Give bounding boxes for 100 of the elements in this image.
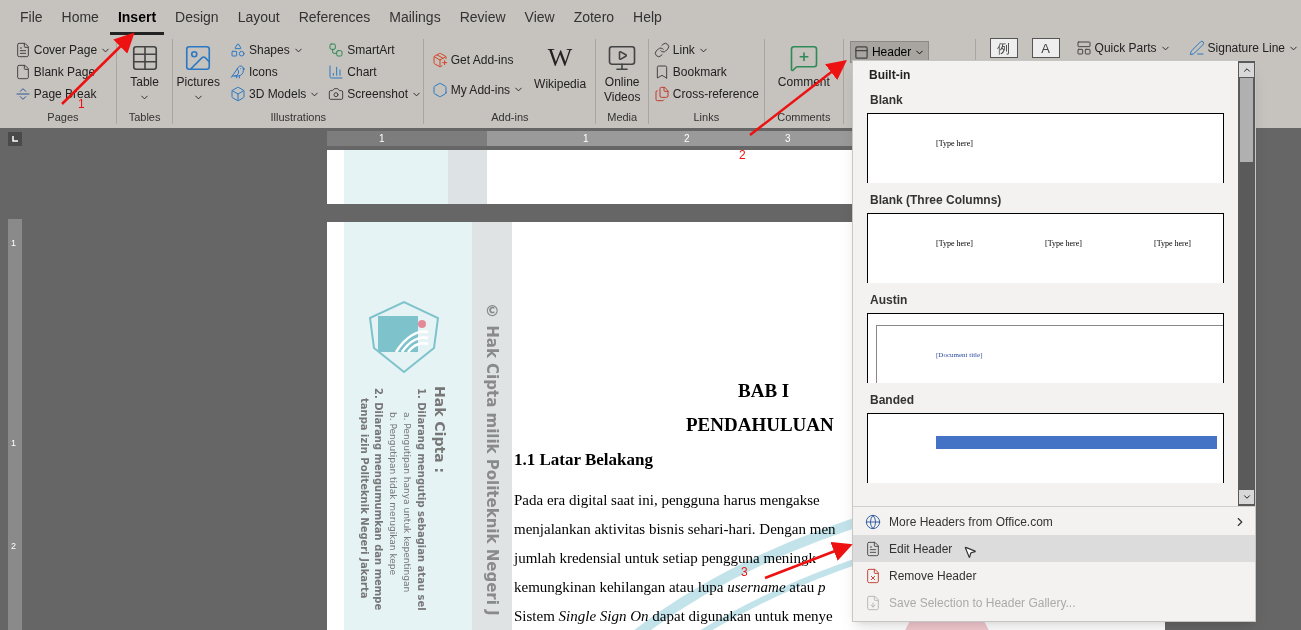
scrollbar[interactable] [1238,61,1255,506]
ribbon-button[interactable]: Quick Parts [1073,37,1173,59]
section-heading: 1.1 Latar Belakang [514,449,653,471]
notice-text: a. Pengutipan hanya untuk kepentingan [401,411,413,595]
ribbon-button[interactable]: My Add-ins [429,78,527,101]
ribbon-tab[interactable]: Zotero [565,2,623,35]
video-icon [607,43,638,73]
hexagon-icon [431,81,448,98]
placeholder-text: [Type here] [1045,238,1082,250]
ribbon-tab[interactable]: Review [451,2,514,35]
paragraph-line: kemungkinan kehilangan atau lupa username atau p [514,578,826,596]
ribbon-button[interactable]: Online Videos [596,39,648,105]
placeholder-text: [Type here] [936,238,973,250]
ribbon-button[interactable]: Bookmark [651,61,761,83]
ruler-number: 2 [684,132,690,146]
gallery-section-title: Blank [869,92,904,109]
ribbon-button[interactable]: Get Add-ins [429,48,527,71]
ruler-number: 2 [11,540,16,553]
annotation-number: 3 [741,567,748,578]
ruler-number: 1 [11,237,16,250]
shapes-icon [229,42,246,58]
camera-icon [328,86,345,102]
menu-item[interactable]: More Headers from Office.com [853,508,1255,535]
page-icon [14,64,31,80]
menu-item[interactable]: Remove Header [853,562,1255,589]
ribbon-button[interactable]: Chart [326,61,424,83]
ribbon-button[interactable]: Table [125,39,164,103]
ribbon-button[interactable]: 3D Models [227,83,323,105]
header-preview[interactable]: [Type here] [Type here] [Type here] [867,213,1224,283]
text-box-icon[interactable]: 例 [989,38,1018,58]
paragraph-line: Sistem Single Sign On dapat digunakan untuk menye [514,607,833,625]
gallery-section-title: Banded [869,392,915,409]
header-preview[interactable] [867,413,1224,483]
ribbon-tab[interactable]: Design [167,2,227,35]
placeholder-text: [Type here] [936,138,973,150]
scroll-thumb[interactable] [1240,78,1253,162]
comment-icon [788,43,819,73]
scroll-up-icon[interactable] [1241,65,1252,75]
ribbon-button[interactable]: SmartArt [326,39,424,61]
ruler-corner-icon[interactable] [8,132,22,146]
page-break-icon [14,86,31,102]
ribbon-tab[interactable]: References [290,2,379,35]
ribbon-button[interactable]: Icons [227,61,323,83]
ruler-number: 1 [11,437,16,450]
ribbon-tab[interactable]: File [12,2,51,35]
header-preview[interactable]: [Type here] [867,113,1224,183]
text-box-icon[interactable]: A [1031,38,1060,58]
ribbon-button[interactable]: Cover Page [12,39,114,61]
ruler-number: 3 [785,132,791,146]
save-page-icon [865,594,881,611]
ribbon-button[interactable]: Pictures [172,39,224,103]
copyright-text: © Hak Cipta milik Politeknik Negeri J [482,302,503,618]
cross-reference-icon [653,86,670,102]
ribbon-button[interactable]: Screenshot [326,83,424,105]
paragraph-line: Pada era digital saat ini, pengguna harus mengakse [514,491,820,509]
bird-icon [229,64,246,80]
paragraph-line: menjalankan aktivitas bisnis sehari-hari. Dengan men [514,520,836,538]
wikipedia-logo-icon: W [547,43,573,75]
ribbon-button[interactable]: W Wikipedia [530,39,591,92]
ribbon-button[interactable]: Cross-reference [651,83,761,105]
menu-item[interactable]: Edit Header [853,535,1255,562]
ribbon-button[interactable]: Shapes [227,39,323,61]
gallery-heading: Built-in [868,67,912,83]
ribbon-tab[interactable]: Layout [229,2,288,35]
ribbon-button[interactable]: Link [651,39,761,61]
gallery-section-title: Austin [869,292,909,309]
ruler-number: 1 [379,132,385,146]
ribbon-button[interactable]: Blank Page [12,61,114,83]
notice-text: Hak Cipta : [431,386,449,476]
scroll-down-icon[interactable] [1241,492,1252,502]
ribbon-button[interactable]: Signature Line [1186,37,1301,59]
globe-icon [865,513,881,530]
group-label: Pages [46,110,80,124]
ribbon-tab[interactable]: Home [53,2,107,35]
placeholder-text: [Type here] [1153,238,1191,250]
link-icon [653,42,670,58]
group-label: Illustrations [269,110,328,124]
quick-parts-icon [1075,40,1092,56]
cube-icon [229,86,246,102]
notice-text: b. Pengutipan tidak merugikan kepe [387,411,399,578]
signature-icon [1188,40,1205,56]
ribbon-tab[interactable]: Mailings [381,2,449,35]
remove-page-icon [865,567,881,584]
header-button[interactable]: Header [849,41,930,63]
group-label: Comments [776,110,832,124]
smartart-icon [328,42,345,58]
notice-text: 2. Dilarang mengumumkan dan mempe [372,387,385,611]
group-label: Links [692,110,721,124]
gallery-section-title: Blank (Three Columns) [869,192,1003,209]
ribbon-tab[interactable]: View [516,2,563,35]
page-icon [865,540,881,557]
add-ins-icon [431,51,448,68]
group-label: Media [606,110,639,124]
ribbon-tab[interactable]: Help [625,2,670,35]
chapter-title: PENDAHULUAN [686,413,834,437]
chapter-heading: BAB I [738,379,790,403]
notice-text: 1. Dilarang mengutip sebagian atau sel [415,387,428,611]
annotation-number: 1 [78,99,85,110]
group-label: Add-ins [490,110,530,124]
group-label: Tables [127,110,162,124]
